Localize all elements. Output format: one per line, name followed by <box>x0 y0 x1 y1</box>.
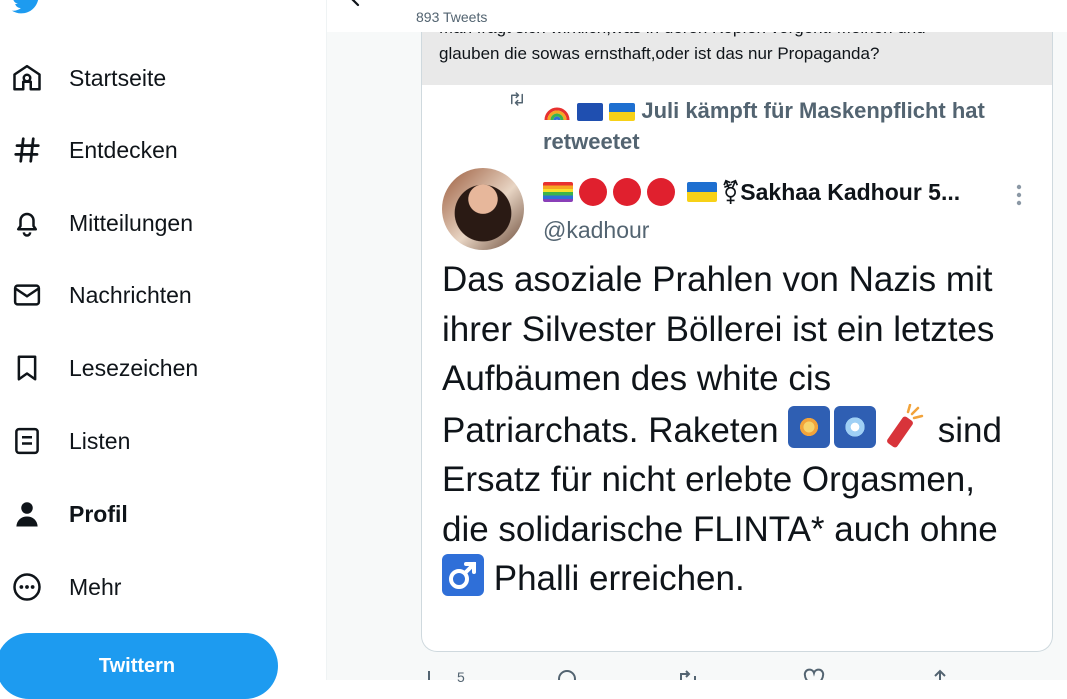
tweet-text: Das asoziale Prahlen von Nazis mit ihrer… <box>442 255 1022 604</box>
ukraine-flag-icon <box>609 103 636 121</box>
nav-home[interactable]: Startseite <box>0 52 300 104</box>
quoted-tweet-tail[interactable]: Man fragt sich wirklich,was in deren Köp… <box>421 18 1053 85</box>
twitter-bird-icon[interactable] <box>10 0 44 16</box>
share-icon[interactable] <box>929 668 951 680</box>
hashtag-icon <box>12 135 42 165</box>
more-circle-icon <box>12 572 42 602</box>
like-icon[interactable] <box>803 668 825 680</box>
tweet-actions: 5 <box>421 668 1051 684</box>
fireworks-emoji-icon <box>788 405 831 448</box>
profile-header: 893 Tweets <box>327 0 1067 32</box>
author-handle[interactable]: @kadhour <box>543 217 649 244</box>
nav-notifications-label: Mitteilungen <box>69 209 194 236</box>
pride-flag-icon <box>543 182 573 202</box>
tweet-text-part3: Phalli erreichen. <box>493 559 745 598</box>
firecracker-emoji-icon <box>887 403 924 447</box>
red-circle-icon <box>647 178 675 206</box>
nav-lists[interactable]: Listen <box>0 415 300 467</box>
nav-messages-label: Nachrichten <box>69 281 192 308</box>
nav-explore-label: Entdecken <box>69 136 178 163</box>
red-circle-icon <box>579 178 607 206</box>
nav-messages[interactable]: Nachrichten <box>0 269 300 321</box>
sidebar: Startseite Entdecken Mitteilungen Nachri… <box>0 0 326 699</box>
nav-home-label: Startseite <box>69 64 167 91</box>
nav-bookmarks-label: Lesezeichen <box>69 354 199 381</box>
reply-count-action[interactable] <box>426 668 448 680</box>
rainbow-emoji-icon <box>544 107 570 121</box>
list-icon <box>12 426 42 456</box>
sparkler-emoji-icon <box>834 405 877 448</box>
avatar[interactable] <box>442 168 524 250</box>
embedded-tweet-card[interactable]: Juli kämpft für Maskenpflicht hat retwee… <box>421 85 1053 652</box>
author-name[interactable]: ⚧Sakhaa Kadhour 5... <box>721 179 960 206</box>
reply-count: 5 <box>457 669 465 685</box>
nav-lists-label: Listen <box>69 427 131 454</box>
back-arrow-icon[interactable] <box>345 0 373 10</box>
tweet-button[interactable]: Twittern <box>0 633 278 699</box>
main-column: Man fragt sich wirklich,was in deren Köp… <box>327 0 1067 684</box>
eu-flag-icon <box>577 103 604 121</box>
retweet-action-icon[interactable] <box>677 668 699 680</box>
nav-bookmarks[interactable]: Lesezeichen <box>0 342 300 394</box>
ukraine-flag-icon <box>687 182 717 202</box>
retweet-icon <box>511 92 523 106</box>
person-icon <box>12 499 42 529</box>
bookmark-icon <box>12 353 42 383</box>
nav-profile-label: Profil <box>69 500 128 527</box>
nav-profile[interactable]: Profil <box>0 488 300 540</box>
reply-icon[interactable] <box>556 668 578 680</box>
nav-explore[interactable]: Entdecken <box>0 124 300 176</box>
envelope-icon <box>12 280 42 310</box>
nav-more-label: Mehr <box>69 573 122 600</box>
author-line[interactable]: ⚧Sakhaa Kadhour 5... <box>543 177 960 207</box>
nav-more[interactable]: Mehr <box>0 561 300 613</box>
retweet-line: Juli kämpft für Maskenpflicht hat retwee… <box>543 95 1023 157</box>
more-options-icon[interactable] <box>1015 183 1023 207</box>
quoted-text-line2: glauben die sowas ernsthaft,oder ist das… <box>439 44 880 63</box>
male-sign-emoji-icon <box>442 554 484 596</box>
nav-notifications[interactable]: Mitteilungen <box>0 197 300 249</box>
home-icon <box>12 63 42 93</box>
tweet-count: 893 Tweets <box>416 9 488 25</box>
red-circle-icon <box>613 178 641 206</box>
bell-icon <box>12 208 42 238</box>
